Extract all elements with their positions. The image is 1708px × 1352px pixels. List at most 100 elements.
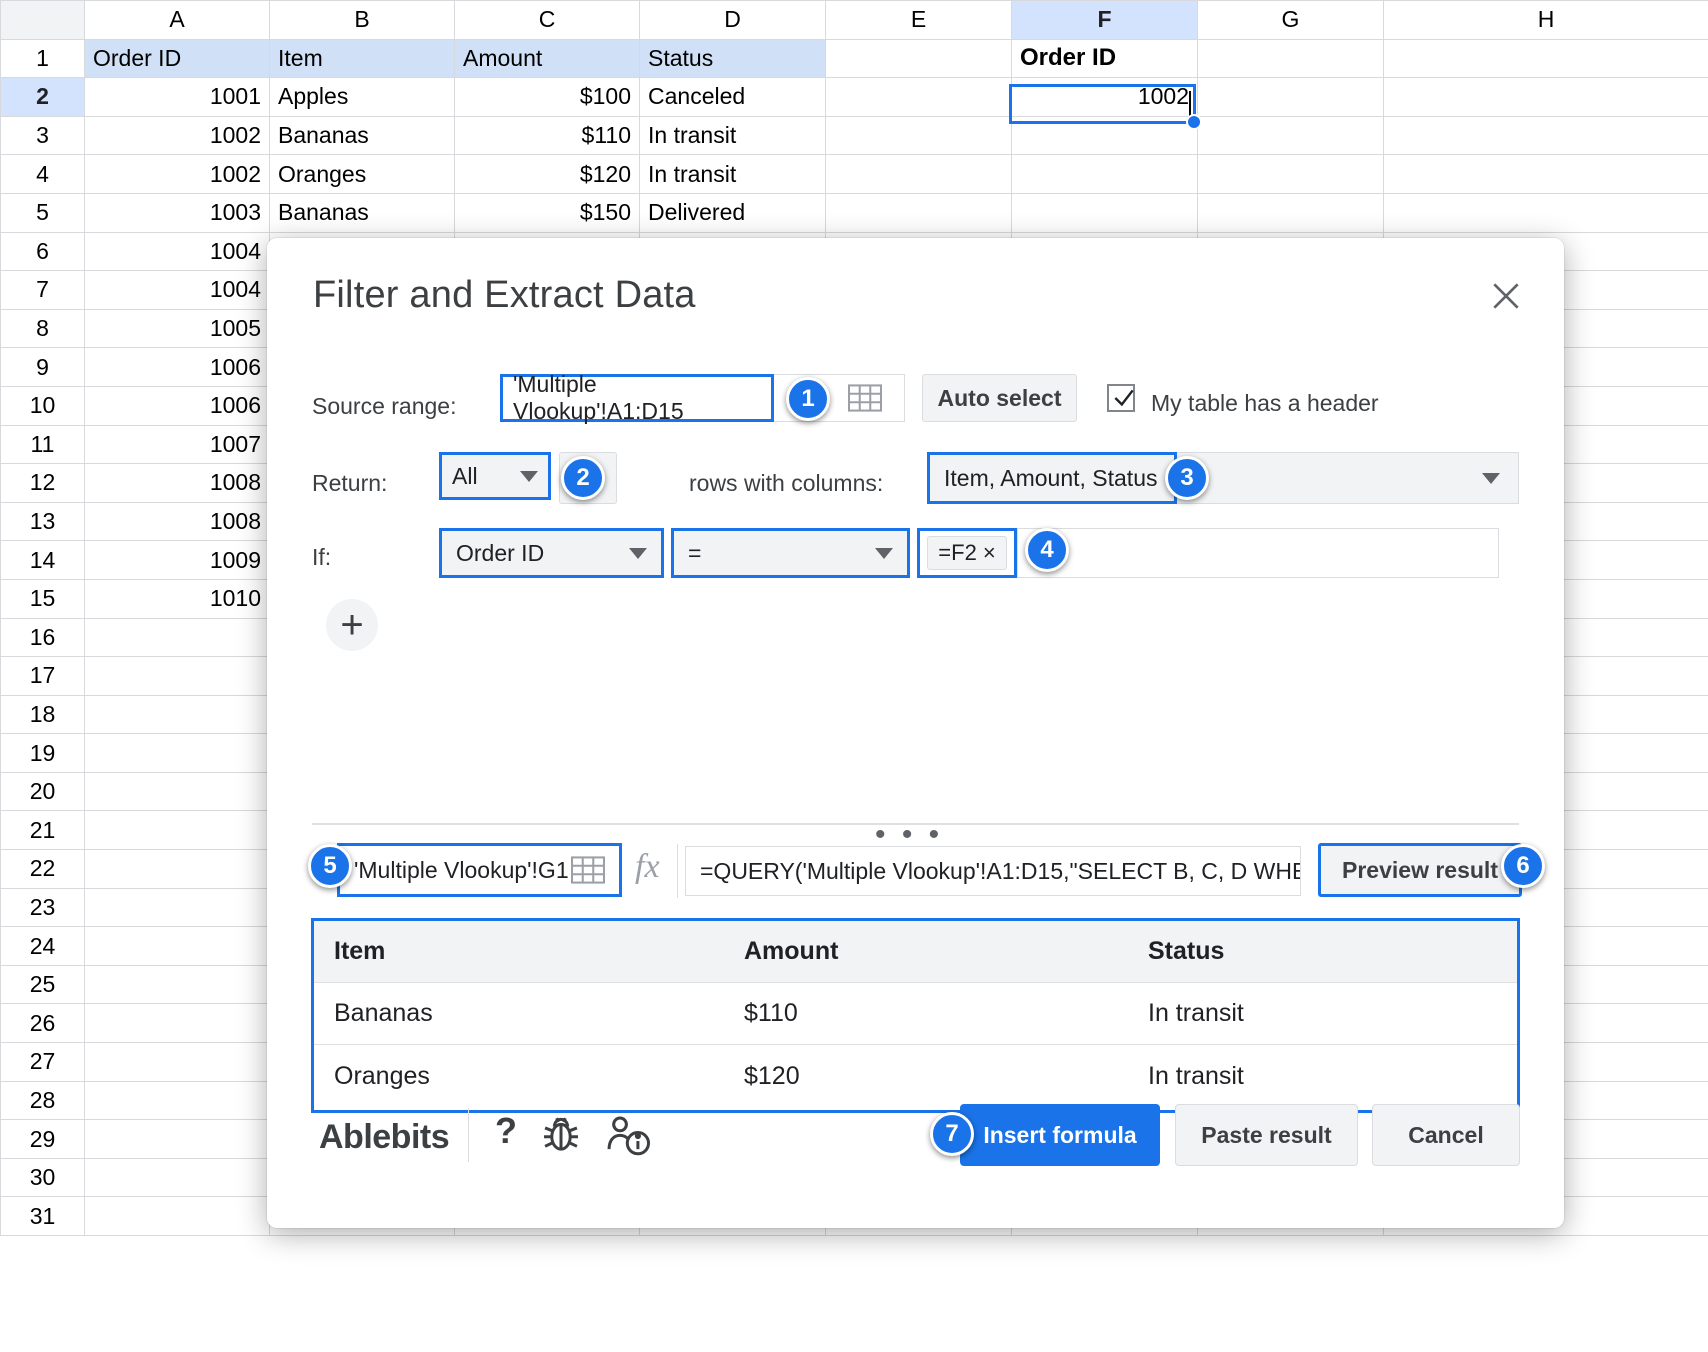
cell-a29[interactable] — [84, 1119, 270, 1159]
cell-b2[interactable]: Apples — [269, 77, 455, 117]
row-header-25[interactable]: 25 — [0, 964, 85, 1005]
row-header-9[interactable]: 9 — [0, 347, 85, 387]
row-header-6[interactable]: 6 — [0, 231, 85, 272]
cell-a21[interactable] — [84, 810, 270, 851]
column-header-g[interactable]: G — [1197, 0, 1384, 40]
row-header-13[interactable]: 13 — [0, 501, 85, 542]
cell-e5[interactable] — [825, 192, 1012, 233]
chip-remove-icon[interactable]: × — [983, 540, 996, 566]
cell-h3[interactable] — [1383, 115, 1708, 156]
cell-a14[interactable]: 1009 — [84, 540, 270, 580]
close-icon[interactable] — [1486, 276, 1526, 316]
row-header-18[interactable]: 18 — [0, 694, 85, 735]
column-header-f[interactable]: F — [1011, 0, 1198, 40]
cell-a4[interactable]: 1002 — [84, 154, 270, 194]
cell-e4[interactable] — [825, 154, 1012, 194]
cell-e3[interactable] — [825, 115, 1012, 156]
range-picker-icon[interactable] — [848, 384, 882, 412]
cell-h5[interactable] — [1383, 192, 1708, 233]
cell-b1[interactable]: Item — [269, 38, 455, 79]
cell-a31[interactable] — [84, 1196, 270, 1236]
add-condition-button[interactable]: + — [326, 599, 378, 651]
insert-formula-button[interactable]: Insert formula — [960, 1104, 1160, 1166]
paste-result-button[interactable]: Paste result — [1175, 1104, 1358, 1166]
row-header-17[interactable]: 17 — [0, 656, 85, 696]
cell-a17[interactable] — [84, 656, 270, 696]
row-header-22[interactable]: 22 — [0, 849, 85, 889]
row-header-15[interactable]: 15 — [0, 578, 85, 619]
row-header-10[interactable]: 10 — [0, 385, 85, 426]
cell-a15[interactable]: 1010 — [84, 578, 270, 619]
cell-a1[interactable]: Order ID — [84, 38, 270, 79]
cell-a12[interactable]: 1008 — [84, 463, 270, 503]
cell-d2[interactable]: Canceled — [639, 77, 826, 117]
column-header-e[interactable]: E — [825, 0, 1012, 40]
row-header-28[interactable]: 28 — [0, 1080, 85, 1121]
cell-a5[interactable]: 1003 — [84, 192, 270, 233]
cell-a6[interactable]: 1004 — [84, 231, 270, 272]
cell-d1[interactable]: Status — [639, 38, 826, 79]
cell-g4[interactable] — [1197, 154, 1384, 194]
cell-a10[interactable]: 1006 — [84, 385, 270, 426]
row-header-20[interactable]: 20 — [0, 771, 85, 812]
cell-h4[interactable] — [1383, 154, 1708, 194]
cell-b5[interactable]: Bananas — [269, 192, 455, 233]
cell-g2[interactable] — [1197, 77, 1384, 117]
cell-a20[interactable] — [84, 771, 270, 812]
cell-e1[interactable] — [825, 38, 1012, 79]
range-picker-icon[interactable] — [571, 856, 605, 884]
source-range-input[interactable]: 'Multiple Vlookup'!A1:D15 — [500, 371, 774, 424]
return-count-select[interactable]: All — [439, 452, 551, 500]
cell-a13[interactable]: 1008 — [84, 501, 270, 542]
condition-operator-select[interactable]: = — [671, 528, 910, 578]
cell-c5[interactable]: $150 — [454, 192, 640, 233]
row-header-24[interactable]: 24 — [0, 926, 85, 966]
row-header-12[interactable]: 12 — [0, 463, 85, 503]
row-header-4[interactable]: 4 — [0, 154, 85, 194]
cell-a7[interactable]: 1004 — [84, 270, 270, 310]
condition-value-rest[interactable] — [1017, 528, 1499, 578]
cell-a25[interactable] — [84, 964, 270, 1005]
cell-g1[interactable] — [1197, 38, 1384, 79]
cell-h1[interactable] — [1383, 38, 1708, 79]
cell-a26[interactable] — [84, 1003, 270, 1044]
header-checkbox[interactable] — [1107, 384, 1135, 412]
cell-a22[interactable] — [84, 849, 270, 889]
row-header-7[interactable]: 7 — [0, 270, 85, 310]
cell-a2[interactable]: 1001 — [84, 77, 270, 117]
help-icon[interactable]: ? — [495, 1110, 517, 1152]
column-header-d[interactable]: D — [639, 0, 826, 40]
column-header-b[interactable]: B — [269, 0, 455, 40]
cell-a24[interactable] — [84, 926, 270, 966]
cell-a18[interactable] — [84, 694, 270, 735]
cell-a28[interactable] — [84, 1080, 270, 1121]
destination-range-input[interactable]: 'Multiple Vlookup'!G1 — [337, 843, 622, 897]
row-header-27[interactable]: 27 — [0, 1042, 85, 1082]
bug-icon[interactable] — [539, 1112, 583, 1163]
cell-a3[interactable]: 1002 — [84, 115, 270, 156]
cell-a16[interactable] — [84, 617, 270, 658]
condition-value-chip[interactable]: =F2 × — [927, 536, 1007, 570]
cell-g3[interactable] — [1197, 115, 1384, 156]
row-header-26[interactable]: 26 — [0, 1003, 85, 1044]
auto-select-button[interactable]: Auto select — [922, 374, 1077, 422]
cancel-button[interactable]: Cancel — [1372, 1104, 1520, 1166]
column-header-a[interactable]: A — [84, 0, 270, 40]
cell-f4[interactable] — [1011, 154, 1198, 194]
condition-field-select[interactable]: Order ID — [439, 528, 664, 578]
cell-a30[interactable] — [84, 1157, 270, 1198]
row-header-3[interactable]: 3 — [0, 115, 85, 156]
row-header-16[interactable]: 16 — [0, 617, 85, 658]
row-header-21[interactable]: 21 — [0, 810, 85, 851]
columns-multiselect-expander[interactable] — [1177, 452, 1519, 504]
columns-multiselect[interactable]: Item, Amount, Status — [927, 452, 1177, 504]
row-header-30[interactable]: 30 — [0, 1157, 85, 1198]
cell-c1[interactable]: Amount — [454, 38, 640, 79]
person-info-icon[interactable] — [603, 1112, 653, 1163]
cell-d4[interactable]: In transit — [639, 154, 826, 194]
column-header-c[interactable]: C — [454, 0, 640, 40]
column-header-h[interactable]: H — [1383, 0, 1708, 40]
cell-f2[interactable]: 1002 — [1011, 77, 1198, 117]
row-header-31[interactable]: 31 — [0, 1196, 85, 1236]
header-checkbox-label[interactable]: My table has a header — [1151, 390, 1379, 417]
